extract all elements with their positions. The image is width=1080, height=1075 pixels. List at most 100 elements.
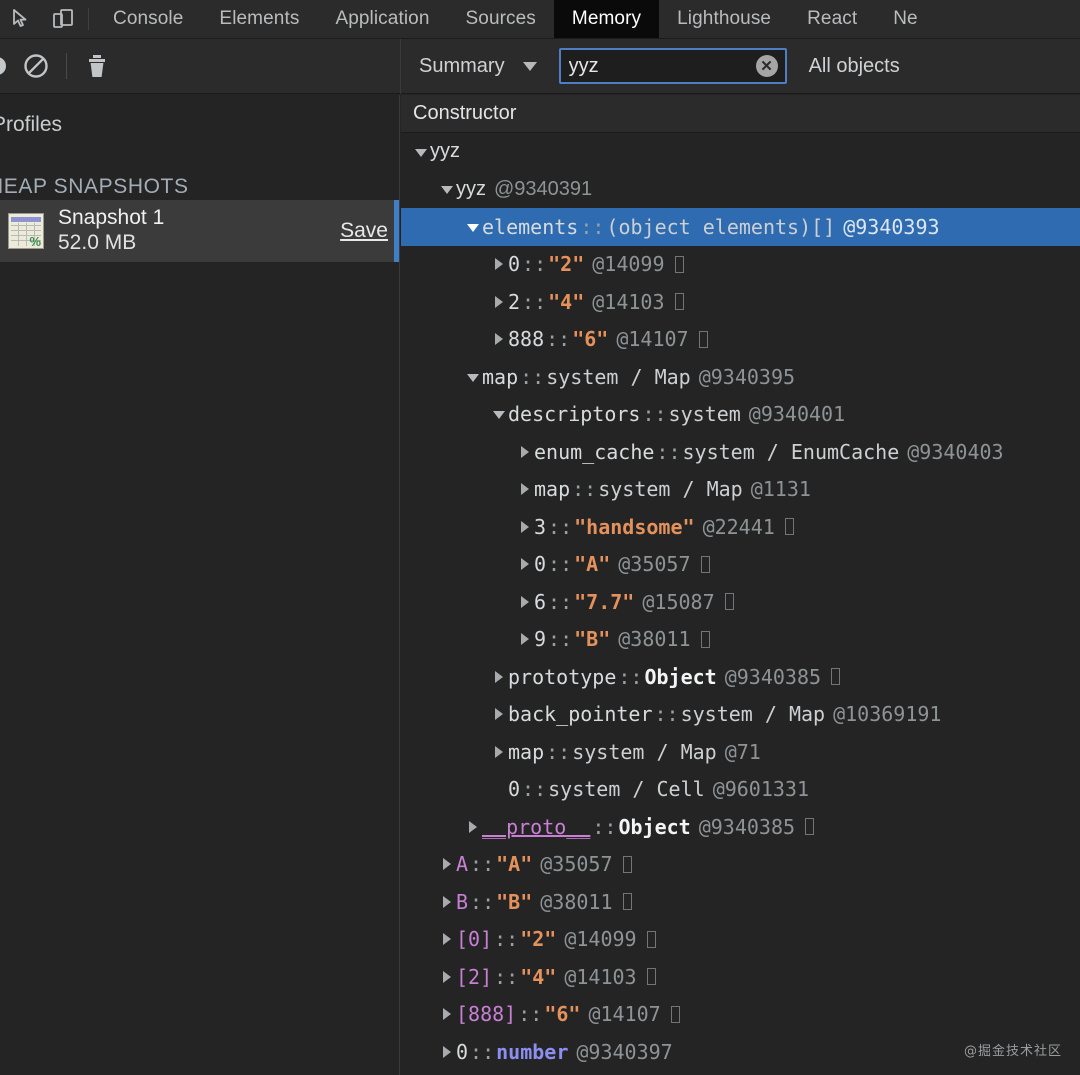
tree-row-name: elements [482, 214, 579, 239]
sidebar-selection-indicator [394, 200, 399, 262]
tree-row[interactable]: 6 :: "7.7" @15087 [401, 583, 1080, 621]
tree-row-object-id: @35057 [618, 552, 691, 577]
tab-label: React [807, 8, 858, 29]
tree-row[interactable]: 888 :: "6" @14107 [401, 321, 1080, 359]
tree-row-value: Object [618, 814, 691, 839]
inspect-cursor-icon[interactable] [0, 0, 42, 38]
tree-row-name: enum_cache [534, 439, 655, 464]
tree-row[interactable]: 0 :: system / Cell @9601331 [401, 771, 1080, 809]
tree-row-separator: :: [546, 327, 571, 352]
tree-row-object-id: @10369191 [833, 702, 942, 727]
tree-row-object-id: @14099 [564, 927, 637, 952]
tree-row-separator: :: [548, 552, 573, 577]
tree-row[interactable]: map :: system / Map @9340395 [401, 358, 1080, 396]
tree-row[interactable]: enum_cache :: system / EnumCache @9340403 [401, 433, 1080, 471]
tree-row[interactable]: 0 :: "A" @35057 [401, 546, 1080, 584]
devtools-tab-bar: Console Elements Application Sources Mem… [0, 0, 1080, 39]
tree-row-value: system / Map [546, 364, 691, 389]
tree-row[interactable]: yyz [401, 133, 1080, 171]
tree-row[interactable]: elements :: (object elements)[] @9340393 [401, 208, 1080, 246]
tree-row-separator: :: [470, 1039, 495, 1064]
device-toolbar-icon[interactable] [42, 0, 84, 38]
tree-row-value: (object elements)[] [606, 214, 836, 239]
tree-row-name: [888] [456, 1002, 517, 1027]
tree-row-separator: :: [522, 289, 547, 314]
tree-row-value: number [496, 1039, 569, 1064]
tab-label: Application [335, 8, 430, 29]
missing-glyph-icon [700, 630, 710, 648]
tree-row-object-id: @1131 [750, 477, 811, 502]
tree-row-separator: :: [494, 964, 519, 989]
heap-object-tree[interactable]: yyz yyz @9340391 elements :: (object elemen… [401, 133, 1080, 1071]
tab-elements[interactable]: Elements [201, 0, 317, 38]
tab-label: Lighthouse [677, 8, 772, 29]
tree-row[interactable]: map :: system / Map @71 [401, 733, 1080, 771]
view-mode-label: Summary [419, 54, 505, 77]
tree-row[interactable]: map :: system / Map @1131 [401, 471, 1080, 509]
tab-application[interactable]: Application [317, 0, 447, 38]
tree-row[interactable]: B :: "B" @38011 [401, 883, 1080, 921]
tab-label: Memory [571, 8, 642, 29]
tab-sources[interactable]: Sources [448, 0, 554, 38]
tree-row-name: __proto__ [482, 814, 591, 839]
tree-row-object-id: @71 [724, 739, 761, 764]
tab-lighthouse[interactable]: Lighthouse [659, 0, 789, 38]
tree-row-name: 6 [534, 589, 547, 614]
missing-glyph-icon [724, 593, 734, 611]
tab-label: Console [113, 8, 184, 29]
tree-row[interactable]: prototype :: Object @9340385 [401, 658, 1080, 696]
tree-row-object-id: @14103 [592, 289, 665, 314]
tab-console[interactable]: Console [95, 0, 201, 38]
tree-row[interactable]: [888] :: "6" @14107 [401, 996, 1080, 1034]
snapshot-list-item[interactable]: % Snapshot 1 52.0 MB Save [0, 200, 400, 262]
tree-row[interactable]: descriptors :: system @9340401 [401, 396, 1080, 434]
close-icon[interactable]: ✕ [755, 55, 778, 77]
tree-row-object-id: @9340401 [748, 402, 846, 427]
tree-row[interactable]: [2] :: "4" @14103 [401, 958, 1080, 996]
search-input[interactable] [560, 54, 868, 78]
tree-row-value: "2" [520, 927, 557, 952]
tree-row[interactable]: 9 :: "B" @38011 [401, 621, 1080, 659]
view-mode-select[interactable]: Summary [413, 55, 543, 78]
tree-row-name: B [456, 889, 469, 914]
missing-glyph-icon [831, 668, 841, 686]
tree-row-value: "B" [496, 889, 533, 914]
tree-row-value: system [668, 402, 741, 427]
tree-row-value: "6" [572, 327, 609, 352]
tree-row[interactable]: yyz @9340391 [401, 171, 1080, 209]
missing-glyph-icon [646, 968, 656, 986]
search-field-wrapper[interactable]: ✕ [558, 48, 868, 84]
tree-row[interactable]: back_pointer :: system / Map @10369191 [401, 696, 1080, 734]
snapshot-name: Snapshot 1 [58, 206, 165, 230]
tree-row-name: [2] [456, 964, 493, 989]
missing-glyph-icon [698, 330, 708, 348]
tree-row[interactable]: A :: "A" @35057 [401, 846, 1080, 884]
missing-glyph-icon [622, 855, 632, 873]
tree-row[interactable]: [0] :: "2" @14099 [401, 921, 1080, 959]
trash-icon[interactable] [73, 39, 121, 93]
tree-row-object-id: @9601331 [712, 777, 810, 802]
tree-row-value: system / EnumCache [682, 439, 900, 464]
snapshot-info: Snapshot 1 52.0 MB [58, 206, 340, 255]
tree-row-separator: :: [548, 589, 573, 614]
tab-react[interactable]: React [789, 0, 875, 38]
tree-row-name: A [456, 852, 469, 877]
tab-memory[interactable]: Memory [553, 0, 660, 38]
tree-row[interactable]: __proto__ :: Object @9340385 [401, 808, 1080, 846]
table-column-header: Constructor [401, 95, 1080, 133]
percent-glyph: % [29, 234, 41, 249]
record-circle-icon[interactable] [0, 39, 12, 93]
tree-row[interactable]: 3 :: "handsome" @22441 [401, 508, 1080, 546]
tree-row-separator: :: [548, 627, 573, 652]
memory-toolbar-right: Summary ✕ All objects [401, 39, 1080, 93]
tree-row[interactable]: 0 :: "2" @14099 [401, 246, 1080, 284]
save-snapshot-link[interactable]: Save [340, 219, 388, 243]
tree-row[interactable]: 2 :: "4" @14103 [401, 283, 1080, 321]
tree-row-name: 0 [508, 252, 521, 277]
column-header-constructor: Constructor [413, 102, 517, 124]
tree-row-object-id: @14099 [592, 252, 665, 277]
no-entry-icon[interactable] [12, 39, 60, 93]
tree-row-separator: :: [520, 364, 545, 389]
tab-network-truncated[interactable]: Ne [875, 0, 936, 38]
tree-row-name: prototype [508, 664, 617, 689]
